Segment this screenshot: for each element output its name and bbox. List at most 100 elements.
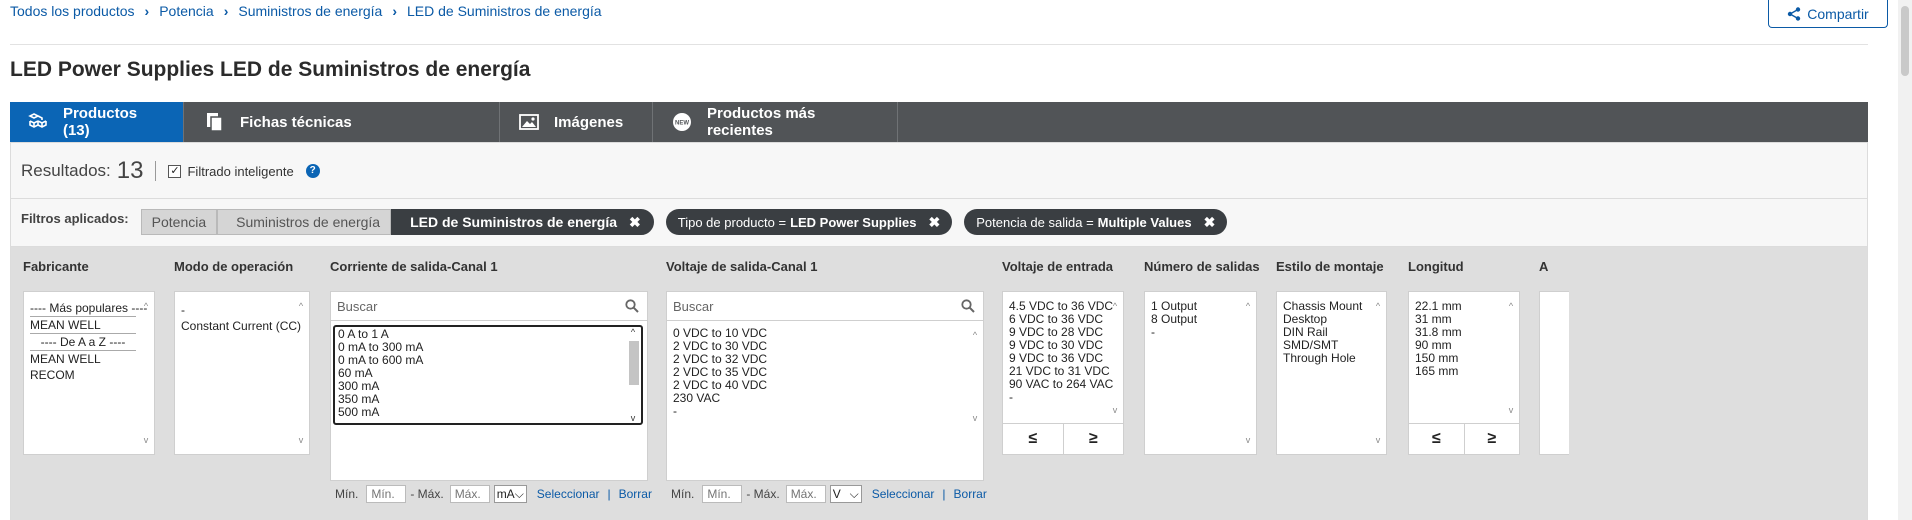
list-item[interactable]: RECOM <box>30 367 136 383</box>
scrollbar[interactable]: ^ v <box>296 298 306 448</box>
tab-productos-recientes[interactable]: NEW Productos más recientes <box>653 102 898 142</box>
chevron-up-icon[interactable]: ^ <box>1373 302 1383 311</box>
scrollbar[interactable]: ^ v <box>1373 298 1383 448</box>
chevron-up-icon[interactable]: ^ <box>1110 302 1120 311</box>
scrollbar[interactable]: ^ v <box>1243 298 1253 448</box>
chevron-down-icon[interactable]: v <box>296 436 306 445</box>
list-item[interactable]: 8 Output <box>1151 313 1238 326</box>
filter-list-corriente[interactable]: 0 A to 1 A 0 mA to 300 mA 0 mA to 600 mA… <box>333 325 643 425</box>
tab-fichas[interactable]: Fichas técnicas <box>184 102 500 142</box>
list-item[interactable]: MEAN WELL <box>30 317 136 334</box>
max-input[interactable] <box>785 485 826 503</box>
select-link[interactable]: Seleccionar <box>872 487 935 501</box>
search-icon[interactable] <box>961 299 975 313</box>
filter-title-voltaje-salida: Voltaje de salida-Canal 1 <box>666 259 818 274</box>
share-icon <box>1788 6 1801 21</box>
scrollbar[interactable]: ^ v <box>141 298 151 448</box>
scrollbar[interactable]: ^ v <box>1506 298 1516 418</box>
breadcrumb-item-todos[interactable]: Todos los productos <box>10 3 135 19</box>
tab-imagenes[interactable]: Imágenes <box>500 102 653 142</box>
search-input-voltaje[interactable]: Buscar <box>666 291 984 321</box>
min-input[interactable] <box>702 485 743 503</box>
filter-list-longitud[interactable]: 22.1 mm 31 mm 31.8 mm 90 mm 150 mm 165 m… <box>1415 300 1505 426</box>
search-input-corriente[interactable]: Buscar <box>330 291 648 321</box>
filter-list-numero-salidas[interactable]: 1 Output 8 Output - ^ v <box>1144 291 1257 455</box>
list-item[interactable]: 300 mA <box>335 380 641 393</box>
chevron-up-icon[interactable]: ^ <box>296 302 306 311</box>
chevron-down-icon: ⌵ <box>514 486 524 501</box>
filter-list-voltaje-salida[interactable]: 0 VDC to 10 VDC 2 VDC to 30 VDC 2 VDC to… <box>666 321 984 481</box>
chevron-down-icon[interactable]: v <box>1373 436 1383 445</box>
less-equal-button[interactable]: ≤ <box>1409 424 1464 454</box>
filter-pill-name: Tipo de producto = <box>677 214 787 230</box>
filter-panel-corriente: 0 A to 1 A 0 mA to 300 mA 0 mA to 600 mA… <box>330 321 648 481</box>
filter-list-partial[interactable] <box>1539 291 1569 455</box>
list-item[interactable]: 60 mA <box>335 367 641 380</box>
chevron-up-icon[interactable]: ^ <box>141 302 151 311</box>
search-icon[interactable] <box>625 299 639 313</box>
list-item[interactable]: 165 mm <box>1415 365 1505 378</box>
chevron-down-icon[interactable]: v <box>1506 406 1516 415</box>
filter-pill-potencia[interactable]: Potencia de salida = Multiple Values ✖ <box>964 209 1228 235</box>
list-item[interactable]: - <box>181 302 291 318</box>
chevron-up-icon[interactable]: ^ <box>628 328 638 337</box>
filter-pill-tipo[interactable]: Tipo de producto = LED Power Supplies ✖ <box>665 209 953 235</box>
share-button[interactable]: Compartir <box>1768 0 1888 28</box>
list-item[interactable]: Constant Current (CC) <box>181 318 301 334</box>
scrollbar[interactable]: ^ v <box>970 327 980 426</box>
smart-filter-checkbox[interactable]: ✓ <box>168 164 182 178</box>
list-item[interactable]: 0 mA to 600 mA <box>335 354 641 367</box>
category-chip-suministros[interactable]: Suministros de energía <box>217 209 392 235</box>
results-summary: Resultados: 13 ✓ Filtrado inteligente ? <box>21 157 320 185</box>
close-icon[interactable]: ✖ <box>928 214 940 231</box>
filter-list-montaje[interactable]: Chassis Mount Desktop DIN Rail SMD/SMT T… <box>1276 291 1387 455</box>
filter-list-modo[interactable]: - Constant Current (CC) ^ v <box>174 291 310 455</box>
page-scrollbar[interactable] <box>1898 0 1912 520</box>
filter-list-voltaje-entrada[interactable]: 4.5 VDC to 36 VDC 6 VDC to 36 VDC 9 VDC … <box>1009 300 1121 426</box>
less-equal-button[interactable]: ≤ <box>1003 424 1063 454</box>
chevron-up-icon[interactable]: ^ <box>970 331 980 340</box>
select-link[interactable]: Seleccionar <box>537 487 600 501</box>
list-item[interactable]: 350 mA <box>335 393 641 406</box>
breadcrumb-item-led[interactable]: LED de Suministros de energía <box>407 3 602 19</box>
breadcrumb-item-suministros[interactable]: Suministros de energía <box>238 3 382 19</box>
clear-link[interactable]: Borrar <box>954 487 987 501</box>
chevron-up-icon[interactable]: ^ <box>1506 302 1516 311</box>
results-count: 13 <box>116 157 144 184</box>
list-item[interactable]: - <box>673 405 965 418</box>
comparison-buttons: ≤ ≥ <box>1409 423 1519 454</box>
help-icon[interactable]: ? <box>305 164 320 178</box>
list-item[interactable]: 90 VAC to 264 VAC <box>1009 378 1121 391</box>
scrollbar[interactable]: ^ v <box>628 327 638 423</box>
breadcrumb-item-potencia[interactable]: Potencia <box>159 3 213 19</box>
greater-equal-button[interactable]: ≥ <box>1062 424 1123 454</box>
close-icon[interactable]: ✖ <box>629 214 641 231</box>
scrollbar[interactable]: ^ v <box>1110 298 1120 418</box>
chevron-down-icon[interactable]: v <box>141 436 151 445</box>
greater-equal-button[interactable]: ≥ <box>1463 424 1519 454</box>
chevron-down-icon[interactable]: v <box>1110 406 1120 415</box>
list-item[interactable]: 500 mA <box>335 406 641 419</box>
chevron-up-icon[interactable]: ^ <box>1243 302 1253 311</box>
category-chip-led[interactable]: LED de Suministros de energía ✖ <box>391 209 654 235</box>
list-item[interactable]: MEAN WELL <box>30 351 136 367</box>
clear-link[interactable]: Borrar <box>619 487 652 501</box>
unit-select[interactable]: V ⌵ <box>829 485 862 503</box>
filter-title-fabricante: Fabricante <box>23 259 89 274</box>
max-input[interactable] <box>449 485 490 503</box>
min-input[interactable] <box>366 485 407 503</box>
page: Todos los productos › Potencia › Suminis… <box>10 0 1888 520</box>
list-item[interactable]: Through Hole <box>1283 352 1368 365</box>
list-item[interactable]: - <box>1151 326 1238 339</box>
list-item[interactable]: 230 VAC <box>673 392 965 405</box>
chevron-down-icon[interactable]: v <box>1243 436 1253 445</box>
tab-productos[interactable]: Productos (13) <box>10 102 184 142</box>
category-chip-potencia[interactable]: Potencia <box>140 209 218 235</box>
unit-select[interactable]: mA ⌵ <box>493 485 527 503</box>
chevron-down-icon[interactable]: v <box>628 414 638 423</box>
list-item[interactable]: - <box>1009 391 1121 404</box>
close-icon[interactable]: ✖ <box>1204 214 1216 231</box>
scrollbar-thumb[interactable] <box>1901 6 1909 76</box>
chevron-down-icon[interactable]: v <box>970 414 980 423</box>
filter-list-fabricante[interactable]: ---- Más populares ---- MEAN WELL ---- D… <box>23 291 155 455</box>
